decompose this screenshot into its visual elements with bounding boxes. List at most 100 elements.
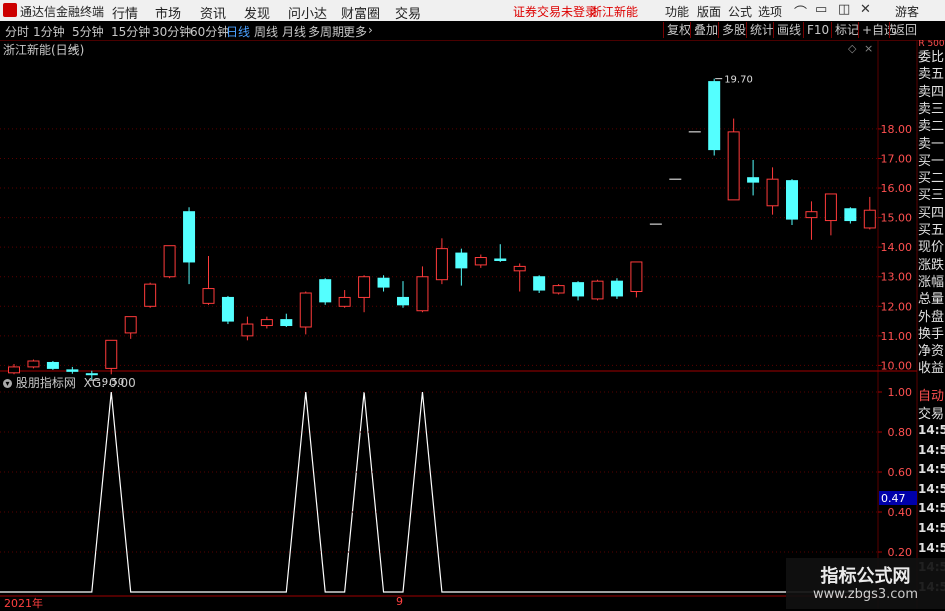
- user-label[interactable]: 游客: [895, 3, 919, 20]
- btn-duogu[interactable]: 多股: [718, 22, 749, 38]
- period-15min[interactable]: 15分钟: [111, 23, 150, 40]
- btn-diejia[interactable]: 叠加: [690, 22, 721, 38]
- chevron-down-icon[interactable]: ▾: [3, 379, 12, 388]
- tick-time: 14:56: [918, 462, 945, 477]
- menu-zixun[interactable]: 资讯: [200, 3, 226, 22]
- date-axis: 2021年 9: [0, 595, 878, 610]
- period-month[interactable]: 月线: [282, 23, 306, 40]
- btn-back[interactable]: 返回: [889, 22, 920, 38]
- candle: [708, 78, 721, 156]
- quote-field-label: 卖五: [918, 67, 945, 83]
- candle-body: [221, 296, 234, 322]
- menu-jiaoyi[interactable]: 交易: [395, 3, 421, 22]
- candle: [66, 366, 79, 374]
- xg-indicator-line: [0, 391, 877, 593]
- candle: [533, 275, 546, 293]
- period-week[interactable]: 周线: [254, 23, 278, 40]
- candle-body: [280, 319, 293, 327]
- menu-gongneng[interactable]: 功能: [665, 3, 689, 20]
- price-tick-label: 12.00: [881, 300, 913, 313]
- auto-label[interactable]: 自动: [918, 385, 945, 404]
- candle-body: [241, 323, 254, 337]
- candle: [416, 266, 429, 313]
- chevron-right-icon[interactable]: ›: [368, 23, 373, 37]
- period-day[interactable]: 日线: [226, 23, 250, 40]
- menu-shichang[interactable]: 市场: [155, 3, 181, 22]
- period-1min[interactable]: 1分钟: [33, 23, 65, 40]
- app-title: 通达信金融终端: [20, 5, 105, 19]
- price-tick-label: 15.00: [881, 212, 913, 225]
- candle-body: [727, 131, 740, 201]
- candle: [144, 282, 157, 308]
- price-tick-label: 11.00: [881, 330, 913, 343]
- candle-body: [786, 180, 798, 220]
- quote-field-label: 涨幅: [918, 274, 945, 290]
- btn-f10[interactable]: F10: [803, 22, 832, 38]
- indicator-title[interactable]: ▾ 股朋指标网 XG: 0.00: [3, 374, 136, 391]
- candle-body: [377, 277, 390, 288]
- tick-time: 14:56: [918, 442, 945, 457]
- candle-body: [183, 211, 196, 263]
- login-notice[interactable]: 证券交易未登录: [513, 3, 597, 20]
- menu-faxian[interactable]: 发现: [244, 3, 270, 22]
- candle: [183, 207, 196, 285]
- indicator-tick-label: 0.40: [888, 506, 913, 519]
- period-more[interactable]: 更多: [343, 23, 367, 40]
- quote-field-label: 涨跌: [918, 257, 945, 273]
- candle-body: [435, 248, 448, 281]
- candle: [202, 256, 215, 305]
- candle-body: [260, 319, 273, 327]
- candle-body: [824, 193, 837, 222]
- candle-body: [319, 279, 332, 303]
- close-icon[interactable]: ✕: [860, 2, 871, 17]
- candle-body: [105, 339, 118, 369]
- btn-huaxian[interactable]: 画线: [773, 22, 804, 38]
- quote-field-label: 换手: [918, 326, 945, 342]
- trade-label[interactable]: 交易: [918, 403, 945, 422]
- menu-xuanxiang[interactable]: 选项: [758, 3, 782, 20]
- candle: [786, 179, 798, 225]
- headset-icon[interactable]: ⌒: [794, 2, 807, 21]
- period-multi[interactable]: 多周期: [308, 23, 344, 40]
- price-axis: 18.00 17.00 16.00 15.00 14.00 13.00 12.00 11.00…: [878, 123, 913, 372]
- period-5min[interactable]: 5分钟: [72, 23, 104, 40]
- candle-body: [494, 258, 507, 261]
- period-60min[interactable]: 60分钟: [190, 23, 229, 40]
- candle-body: [397, 296, 409, 306]
- quote-field-label: 委比: [918, 50, 945, 65]
- menu-hangqing[interactable]: 行情: [112, 3, 138, 22]
- indicator-tick-label: 0.80: [888, 426, 913, 439]
- indicator-tick-label: 1.00: [888, 386, 913, 399]
- title-bar: 通达信金融终端 行情 市场 资讯 发现 问小达 财富圈 交易 证券交易未登录 浙…: [0, 0, 945, 22]
- period-fenshi[interactable]: 分时: [5, 23, 29, 40]
- quote-field-label: 买二: [918, 171, 945, 187]
- candle: [260, 316, 273, 329]
- candle: [221, 295, 234, 325]
- menu-banmian[interactable]: 版面: [697, 3, 721, 20]
- candle: [435, 238, 448, 285]
- menu-gongshi[interactable]: 公式: [728, 3, 752, 20]
- indicator-name: 股朋指标网: [15, 376, 76, 390]
- candle: [844, 207, 857, 224]
- minimize-icon[interactable]: ▭: [815, 2, 827, 17]
- quote-field-label: 买五: [918, 223, 945, 238]
- menu-wenxiaoda[interactable]: 问小达: [288, 3, 327, 22]
- chart-title-text: 浙江新能(日线): [3, 43, 85, 57]
- high-label: 19.70: [724, 75, 753, 86]
- date-mark: 9: [396, 595, 403, 608]
- float-window-icon[interactable]: ◫: [838, 2, 850, 17]
- candle: [747, 159, 760, 196]
- candle: [766, 167, 779, 215]
- candle-body: [513, 265, 526, 272]
- period-30min[interactable]: 30分钟: [152, 23, 191, 40]
- candle-body: [708, 81, 721, 151]
- menu-caifuquan[interactable]: 财富圈: [341, 3, 380, 22]
- price-tick-label: 18.00: [881, 123, 913, 136]
- candle: [8, 363, 20, 375]
- candle-body: [27, 360, 40, 368]
- candle: [299, 291, 312, 335]
- period-toolbar: 分时 1分钟 5分钟 15分钟 30分钟 60分钟 日线 周线 月线 多周期 更…: [0, 21, 945, 41]
- kline-chart[interactable]: ◇ ×▾ 19.709.50 18.0017.0016.0015.0014.001…: [0, 40, 945, 609]
- candle-body: [358, 276, 371, 298]
- price-tick-label: 13.00: [881, 271, 913, 284]
